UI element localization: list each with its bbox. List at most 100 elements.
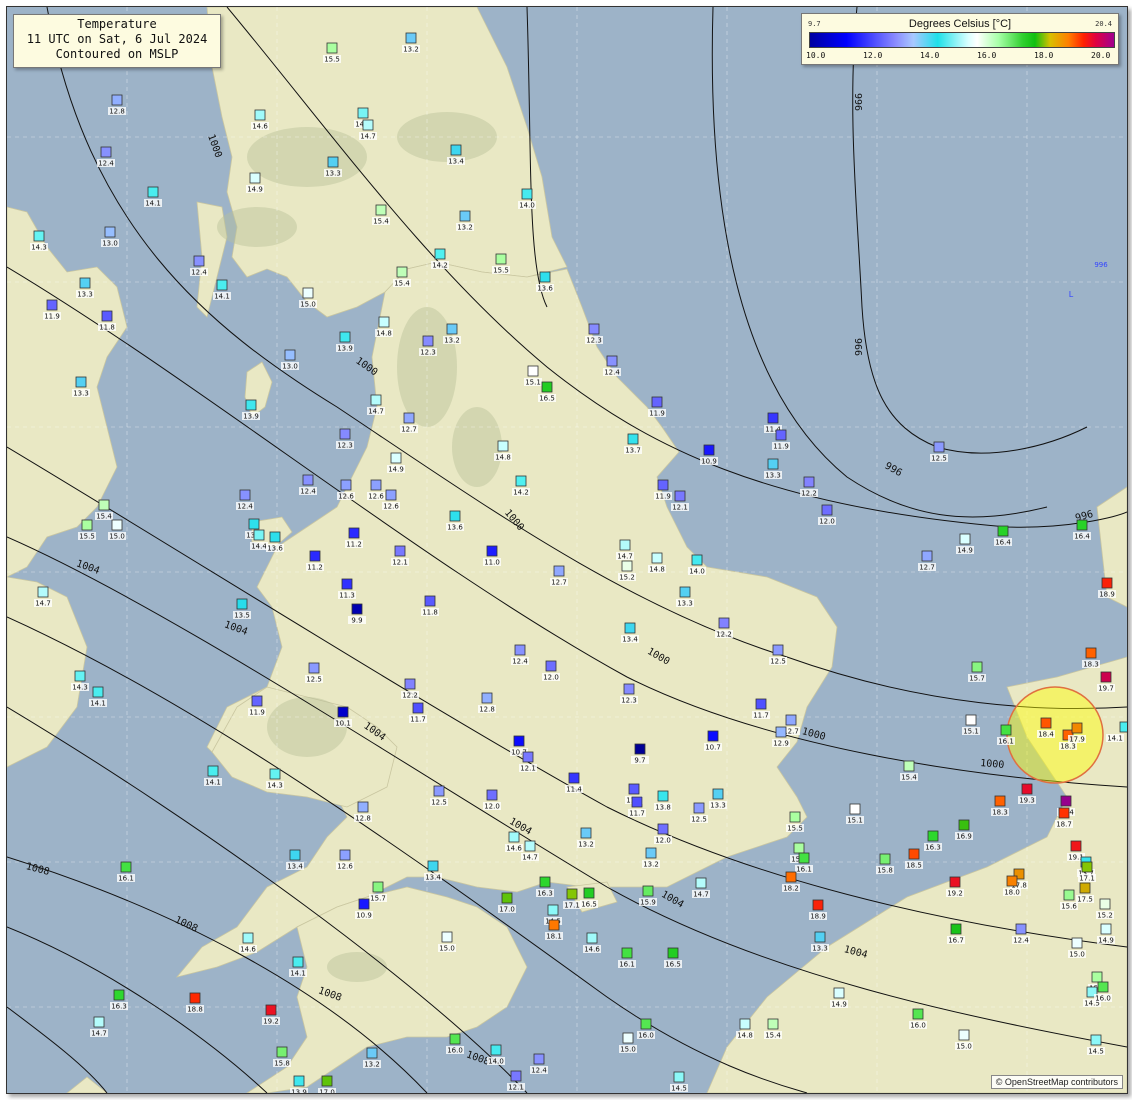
- station-temperature-square[interactable]: [74, 670, 86, 682]
- station-marker[interactable]: 18.2: [782, 871, 800, 893]
- station-temperature-square[interactable]: [449, 510, 461, 522]
- station-marker[interactable]: 16.1: [618, 947, 636, 969]
- station-temperature-square[interactable]: [624, 622, 636, 634]
- station-temperature-square[interactable]: [515, 475, 527, 487]
- station-temperature-square[interactable]: [242, 932, 254, 944]
- station-temperature-square[interactable]: [427, 860, 439, 872]
- station-temperature-square[interactable]: [994, 795, 1006, 807]
- station-temperature-square[interactable]: [284, 349, 296, 361]
- station-temperature-square[interactable]: [1063, 889, 1075, 901]
- station-temperature-square[interactable]: [588, 323, 600, 335]
- station-temperature-square[interactable]: [606, 355, 618, 367]
- station-temperature-square[interactable]: [718, 617, 730, 629]
- station-temperature-square[interactable]: [1097, 981, 1109, 993]
- station-temperature-square[interactable]: [113, 989, 125, 1001]
- station-marker[interactable]: 15.0: [619, 1032, 637, 1054]
- station-temperature-square[interactable]: [449, 1033, 461, 1045]
- station-temperature-square[interactable]: [216, 279, 228, 291]
- station-temperature-square[interactable]: [527, 365, 539, 377]
- station-temperature-square[interactable]: [1090, 1034, 1102, 1046]
- station-temperature-square[interactable]: [949, 876, 961, 888]
- station-marker[interactable]: 13.2: [363, 1047, 381, 1069]
- station-temperature-square[interactable]: [693, 802, 705, 814]
- station-temperature-square[interactable]: [548, 919, 560, 931]
- station-temperature-square[interactable]: [1119, 721, 1127, 733]
- station-temperature-square[interactable]: [1006, 875, 1018, 887]
- station-marker[interactable]: 13.9: [336, 331, 354, 353]
- station-temperature-square[interactable]: [679, 586, 691, 598]
- station-marker[interactable]: 13.0: [101, 226, 119, 248]
- station-temperature-square[interactable]: [207, 765, 219, 777]
- station-temperature-square[interactable]: [921, 550, 933, 562]
- station-temperature-square[interactable]: [1099, 898, 1111, 910]
- station-marker[interactable]: 17.0: [318, 1075, 336, 1093]
- station-temperature-square[interactable]: [1015, 923, 1027, 935]
- station-temperature-square[interactable]: [1079, 882, 1091, 894]
- station-temperature-square[interactable]: [120, 861, 132, 873]
- station-marker[interactable]: 18.5: [905, 848, 923, 870]
- station-temperature-square[interactable]: [1071, 937, 1083, 949]
- station-temperature-square[interactable]: [326, 42, 338, 54]
- station-temperature-square[interactable]: [104, 226, 116, 238]
- station-temperature-square[interactable]: [348, 527, 360, 539]
- station-temperature-square[interactable]: [276, 1046, 288, 1058]
- station-temperature-square[interactable]: [403, 412, 415, 424]
- station-temperature-square[interactable]: [958, 819, 970, 831]
- station-temperature-square[interactable]: [390, 452, 402, 464]
- station-temperature-square[interactable]: [269, 531, 281, 543]
- station-temperature-square[interactable]: [93, 1016, 105, 1028]
- station-temperature-square[interactable]: [547, 904, 559, 916]
- station-temperature-square[interactable]: [100, 146, 112, 158]
- station-temperature-square[interactable]: [98, 499, 110, 511]
- station-temperature-square[interactable]: [510, 1070, 522, 1082]
- station-temperature-square[interactable]: [362, 119, 374, 131]
- station-marker[interactable]: 13.3: [764, 458, 782, 480]
- station-temperature-square[interactable]: [657, 823, 669, 835]
- station-temperature-square[interactable]: [366, 1047, 378, 1059]
- station-temperature-square[interactable]: [1040, 717, 1052, 729]
- station-marker[interactable]: 12.0: [818, 504, 836, 526]
- station-temperature-square[interactable]: [772, 644, 784, 656]
- station-temperature-square[interactable]: [586, 932, 598, 944]
- station-temperature-square[interactable]: [651, 552, 663, 564]
- station-temperature-square[interactable]: [674, 490, 686, 502]
- station-temperature-square[interactable]: [357, 107, 369, 119]
- station-marker[interactable]: 12.4: [530, 1053, 548, 1075]
- station-marker[interactable]: 11.9: [648, 396, 666, 418]
- station-temperature-square[interactable]: [1060, 795, 1072, 807]
- station-temperature-square[interactable]: [903, 760, 915, 772]
- station-temperature-square[interactable]: [755, 698, 767, 710]
- station-marker[interactable]: 16.0: [637, 1018, 655, 1040]
- station-temperature-square[interactable]: [580, 827, 592, 839]
- station-temperature-square[interactable]: [337, 706, 349, 718]
- station-temperature-square[interactable]: [46, 299, 58, 311]
- station-marker[interactable]: 14.9: [956, 533, 974, 555]
- station-marker[interactable]: 19.3: [1018, 783, 1036, 805]
- station-temperature-square[interactable]: [340, 479, 352, 491]
- station-temperature-square[interactable]: [302, 287, 314, 299]
- station-temperature-square[interactable]: [481, 692, 493, 704]
- station-temperature-square[interactable]: [849, 803, 861, 815]
- station-marker[interactable]: 15.0: [108, 519, 126, 541]
- station-temperature-square[interactable]: [339, 849, 351, 861]
- station-temperature-square[interactable]: [566, 888, 578, 900]
- station-marker[interactable]: 14.0: [487, 1044, 505, 1066]
- station-temperature-square[interactable]: [767, 1018, 779, 1030]
- station-temperature-square[interactable]: [450, 144, 462, 156]
- station-temperature-square[interactable]: [933, 441, 945, 453]
- station-temperature-square[interactable]: [248, 518, 260, 530]
- station-marker[interactable]: 18.3: [1082, 647, 1100, 669]
- station-temperature-square[interactable]: [33, 230, 45, 242]
- station-marker[interactable]: 14.7: [692, 877, 710, 899]
- station-temperature-square[interactable]: [375, 204, 387, 216]
- station-temperature-square[interactable]: [583, 887, 595, 899]
- station-marker[interactable]: 16.4: [1073, 519, 1091, 541]
- station-temperature-square[interactable]: [539, 271, 551, 283]
- station-temperature-square[interactable]: [657, 479, 669, 491]
- station-marker[interactable]: 18.3: [991, 795, 1009, 817]
- station-temperature-square[interactable]: [971, 661, 983, 673]
- station-marker[interactable]: 16.9: [955, 819, 973, 841]
- station-temperature-square[interactable]: [959, 533, 971, 545]
- station-temperature-square[interactable]: [79, 277, 91, 289]
- station-temperature-square[interactable]: [785, 871, 797, 883]
